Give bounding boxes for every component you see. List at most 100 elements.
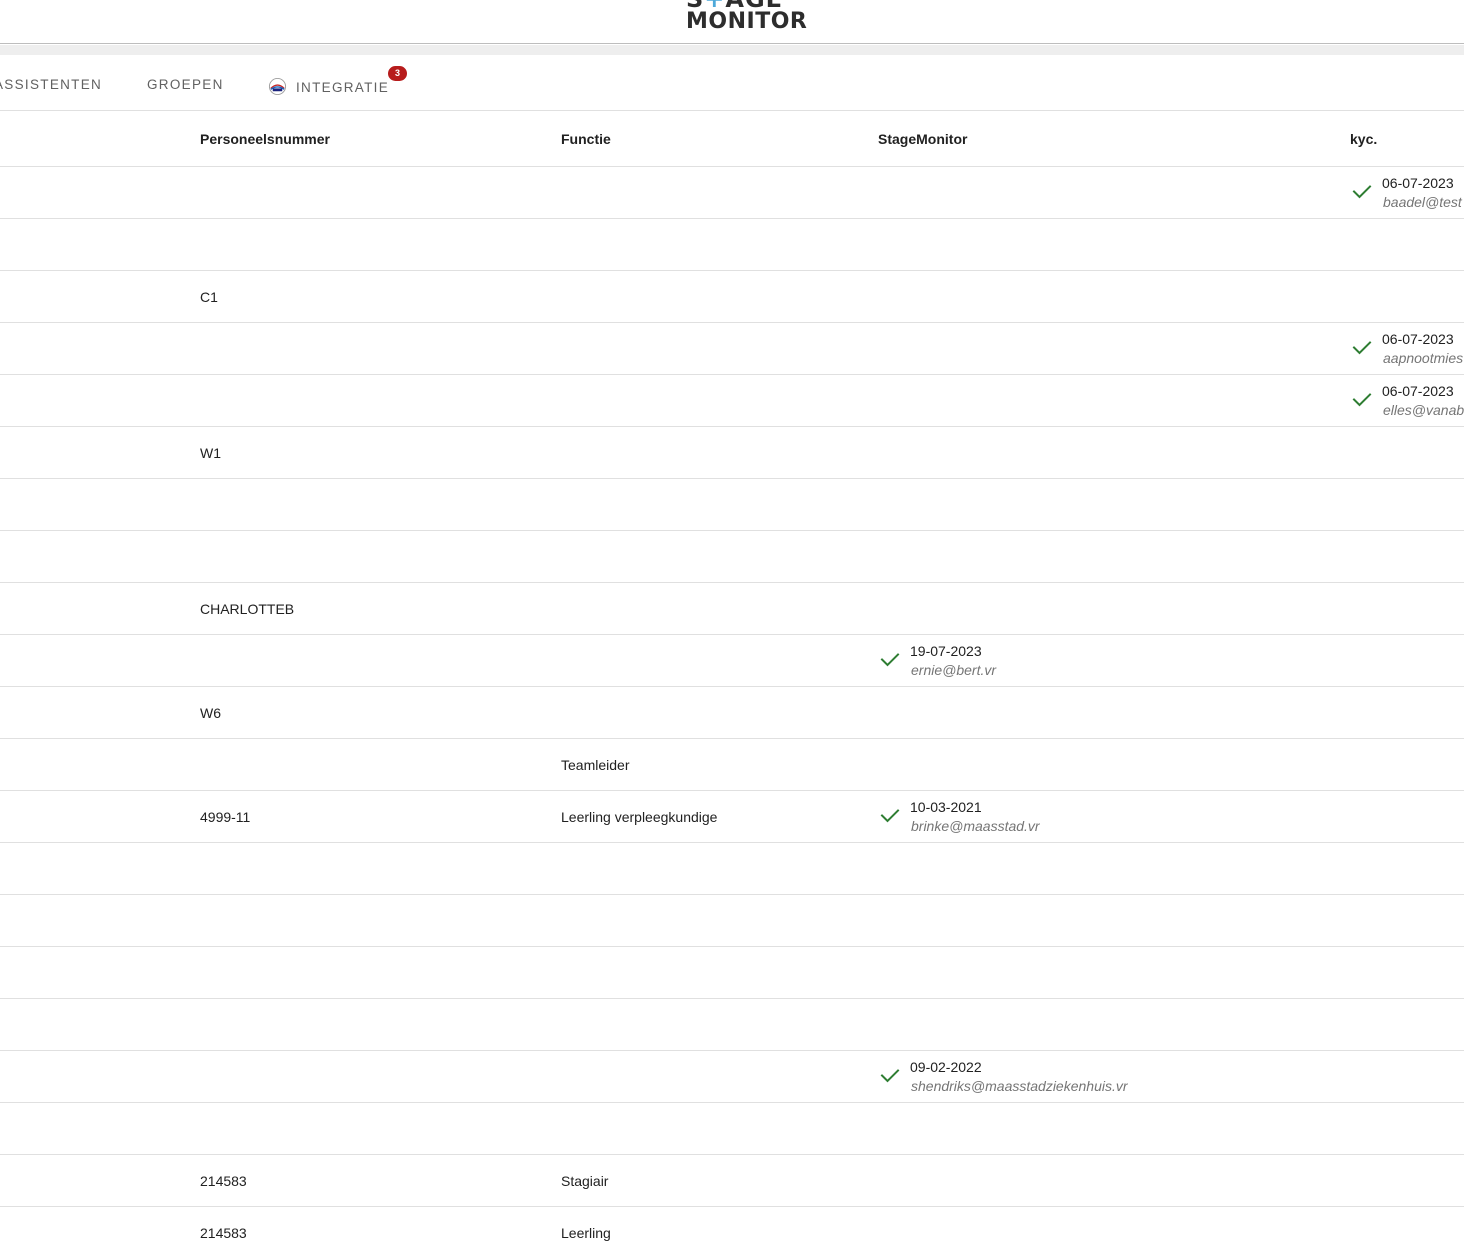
logo-bottom: MONITOR <box>686 9 808 34</box>
cell-personeelsnummer: W1 <box>200 445 221 461</box>
linked-email: aapnootmies <box>1383 350 1464 366</box>
table-row[interactable] <box>0 947 1464 999</box>
cell-stagemonitor <box>880 947 1340 999</box>
column-header-kyc[interactable]: kyc. <box>1350 131 1377 147</box>
check-icon <box>880 653 900 667</box>
cell-stagemonitor: 10-03-2021 brinke@maasstad.vr <box>880 791 1340 843</box>
linked-date: 06-07-2023 <box>1382 175 1454 191</box>
cell-stagemonitor <box>880 531 1340 583</box>
cell-stagemonitor <box>880 219 1340 271</box>
cell-stagemonitor <box>880 271 1340 323</box>
table-row[interactable] <box>0 843 1464 895</box>
cell-kyc <box>1352 479 1464 531</box>
table-row[interactable] <box>0 219 1464 271</box>
cell-kyc <box>1352 1103 1464 1155</box>
cell-stagemonitor <box>880 167 1340 219</box>
cell-functie: Leerling <box>561 1225 611 1241</box>
cell-personeelsnummer: 4999-11 <box>200 809 251 825</box>
cell-stagemonitor <box>880 427 1340 479</box>
tab-integratie[interactable]: INTEGRATIE <box>268 77 389 96</box>
table-row[interactable]: 214583 Leerling <box>0 1207 1464 1241</box>
tab-assistenten[interactable]: ASSISTENTEN <box>0 77 102 92</box>
table-row[interactable]: 06-07-2023 baadel@test <box>0 167 1464 219</box>
cell-kyc <box>1352 895 1464 947</box>
cell-kyc <box>1352 739 1464 791</box>
cell-kyc: 06-07-2023 elles@vanab <box>1352 375 1464 427</box>
check-icon <box>1352 393 1372 407</box>
column-header-personeelsnummer[interactable]: Personeelsnummer <box>200 131 330 147</box>
table-row[interactable]: 06-07-2023 aapnootmies <box>0 323 1464 375</box>
linked-date: 19-07-2023 <box>910 643 982 659</box>
header-band <box>0 45 1464 55</box>
cell-kyc <box>1352 635 1464 687</box>
assistants-table: Personeelsnummer Functie StageMonitor ky… <box>0 111 1464 1241</box>
cell-kyc <box>1352 427 1464 479</box>
table-row[interactable] <box>0 999 1464 1051</box>
cell-functie: Teamleider <box>561 757 630 773</box>
cell-kyc <box>1352 1051 1464 1103</box>
table-row[interactable] <box>0 1103 1464 1155</box>
cell-kyc <box>1352 999 1464 1051</box>
table-row[interactable]: CHARLOTTEB <box>0 583 1464 635</box>
linked-date: 06-07-2023 <box>1382 383 1454 399</box>
table-row[interactable]: 4999-11 Leerling verpleegkundige 10-03-202… <box>0 791 1464 843</box>
cell-stagemonitor <box>880 687 1340 739</box>
linked-date: 10-03-2021 <box>910 799 982 815</box>
cell-personeelsnummer: C1 <box>200 289 218 305</box>
table-row[interactable]: W1 <box>0 427 1464 479</box>
table-row[interactable] <box>0 479 1464 531</box>
linked-email: ernie@bert.vr <box>911 662 997 678</box>
cell-stagemonitor <box>880 999 1340 1051</box>
cell-stagemonitor <box>880 843 1340 895</box>
linked-email: baadel@test <box>1383 194 1462 210</box>
linked-email: elles@vanab <box>1383 402 1464 418</box>
cell-stagemonitor <box>880 1207 1340 1241</box>
cell-functie: Leerling verpleegkundige <box>561 809 718 825</box>
cell-kyc <box>1352 843 1464 895</box>
table-body: 06-07-2023 baadel@test C1 06-07-2023 aapnoot… <box>0 167 1464 1241</box>
table-row[interactable] <box>0 531 1464 583</box>
cell-kyc <box>1352 1207 1464 1241</box>
cell-stagemonitor <box>880 375 1340 427</box>
cell-kyc <box>1352 687 1464 739</box>
logo-top: S+AGE <box>686 0 783 11</box>
cell-functie: Stagiair <box>561 1173 609 1189</box>
table-row[interactable]: 09-02-2022 shendriks@maasstadziekenhuis.v… <box>0 1051 1464 1103</box>
table-row[interactable]: 06-07-2023 elles@vanab <box>0 375 1464 427</box>
tab-groepen[interactable]: GROEPEN <box>147 77 224 92</box>
cell-stagemonitor <box>880 1103 1340 1155</box>
table-row[interactable]: 19-07-2023 ernie@bert.vr <box>0 635 1464 687</box>
cell-kyc: 06-07-2023 aapnootmies <box>1352 323 1464 375</box>
tab-bar: ASSISTENTEN GROEPEN INTEGRATIE 3 <box>0 55 1464 111</box>
table-row[interactable]: C1 <box>0 271 1464 323</box>
cell-stagemonitor <box>880 323 1340 375</box>
cell-kyc <box>1352 1155 1464 1207</box>
check-icon <box>880 1069 900 1083</box>
table-row[interactable]: W6 <box>0 687 1464 739</box>
cell-stagemonitor: 09-02-2022 shendriks@maasstadziekenhuis.v… <box>880 1051 1340 1103</box>
check-icon <box>1352 185 1372 199</box>
table-row[interactable]: 214583 Stagiair <box>0 1155 1464 1207</box>
cell-personeelsnummer: 214583 <box>200 1173 247 1189</box>
column-header-stagemonitor[interactable]: StageMonitor <box>878 131 967 147</box>
cell-kyc <box>1352 271 1464 323</box>
integration-logo-icon <box>268 77 287 96</box>
app-header: S+AGE MONITOR <box>0 0 1464 44</box>
table-row[interactable] <box>0 895 1464 947</box>
cell-personeelsnummer: W6 <box>200 705 221 721</box>
cell-kyc: 06-07-2023 baadel@test <box>1352 167 1464 219</box>
cell-personeelsnummer: CHARLOTTEB <box>200 601 295 617</box>
integratie-badge: 3 <box>388 66 407 81</box>
linked-email: shendriks@maasstadziekenhuis.vr <box>911 1078 1128 1094</box>
cell-stagemonitor <box>880 1155 1340 1207</box>
cell-stagemonitor: 19-07-2023 ernie@bert.vr <box>880 635 1340 687</box>
stagemonitor-logo[interactable]: S+AGE MONITOR <box>686 0 808 35</box>
column-header-functie[interactable]: Functie <box>561 131 611 147</box>
check-icon <box>880 809 900 823</box>
cell-kyc <box>1352 791 1464 843</box>
cell-kyc <box>1352 947 1464 999</box>
cell-stagemonitor <box>880 739 1340 791</box>
linked-date: 09-02-2022 <box>910 1059 982 1075</box>
cell-stagemonitor <box>880 583 1340 635</box>
table-row[interactable]: Teamleider <box>0 739 1464 791</box>
